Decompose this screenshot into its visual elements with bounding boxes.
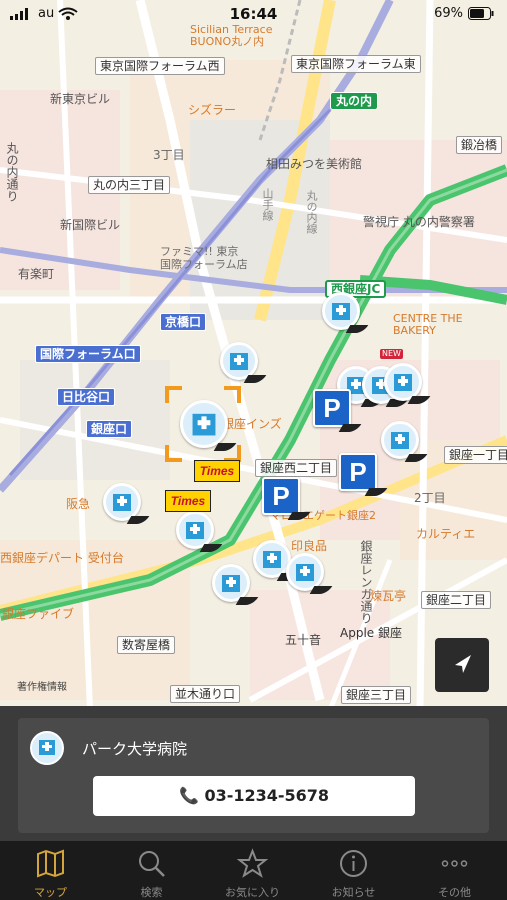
map-label-famima: ファミマ!! 東京 国際フォーラム店 — [160, 245, 248, 271]
map-view[interactable]: Sicilian Terrace BUONO丸ノ内 東京国際フォーラム西 東京国… — [0, 0, 507, 710]
map-label-ginza-3chome: 銀座三丁目 — [341, 686, 412, 704]
hospital-icon — [222, 575, 240, 592]
map-label-3chome: 3丁目 — [153, 148, 185, 162]
tab-search-label: 検索 — [140, 886, 163, 899]
map-label-rengatei: 煉瓦亭 — [370, 589, 407, 603]
hospital-icon — [30, 731, 64, 765]
tab-notices-label: お知らせ — [331, 886, 376, 899]
hospital-icon — [186, 522, 204, 539]
map-copyright-link[interactable]: 著作権情報 — [17, 683, 67, 693]
map-label-2chome: 2丁目 — [414, 491, 446, 505]
hospital-icon — [230, 353, 248, 370]
hospital-icon — [263, 551, 281, 568]
map-label-shin-kokusai-bldg: 新国際ビル — [60, 218, 121, 232]
map-label-marunouchi-line: 丸の内線 — [305, 190, 318, 234]
map-label-forum-east: 東京国際フォーラム東 — [291, 55, 421, 73]
times-parking-marker[interactable]: Times — [194, 460, 240, 482]
map-label-namiki-guchi: 並木通り口 — [170, 685, 241, 703]
hospital-marker[interactable] — [220, 342, 258, 380]
location-arrow-icon — [455, 655, 471, 673]
map-label-renga-dori: 銀座レンガ通り — [359, 540, 373, 624]
hospital-icon — [113, 494, 131, 511]
hospital-icon — [332, 303, 350, 320]
map-label-apple-ginza: Apple 銀座 — [340, 626, 402, 640]
star-icon — [237, 848, 268, 878]
map-label-keishicho: 警視庁 丸の内警察署 — [363, 215, 475, 229]
tab-more[interactable]: その他 — [404, 841, 505, 900]
tab-search[interactable]: 検索 — [101, 841, 202, 900]
parking-marker[interactable]: P — [313, 389, 351, 427]
new-badge: NEW — [380, 349, 403, 359]
search-icon — [139, 851, 165, 877]
map-label-cartier: カルティエ — [416, 527, 476, 541]
hospital-marker[interactable] — [381, 421, 419, 459]
map-label-ginzaguchi: 銀座口 — [86, 420, 133, 438]
map-label-kyobashiguchi: 京橋口 — [160, 313, 207, 331]
map-label-ginza-five: 銀座ファイブ — [2, 607, 75, 621]
hospital-marker[interactable] — [176, 511, 214, 549]
current-location-button[interactable] — [435, 638, 489, 692]
tab-more-label: その他 — [438, 886, 471, 899]
tab-notices[interactable]: お知らせ — [303, 841, 404, 900]
map-label-sukiyabashi: 数寄屋橋 — [117, 636, 176, 654]
hospital-marker[interactable] — [212, 564, 250, 602]
tab-map[interactable]: マップ — [0, 841, 101, 900]
map-label-gojuon: 五十音 — [285, 633, 322, 647]
parking-marker[interactable]: P — [262, 477, 300, 515]
map-label-aida-museum: 相田みつを美術館 — [266, 157, 363, 171]
hospital-icon — [296, 564, 314, 581]
hospital-icon — [391, 432, 409, 449]
battery-percent: 69% — [434, 6, 463, 21]
tab-favorites[interactable]: お気に入り — [202, 841, 303, 900]
battery-icon — [468, 7, 494, 20]
map-icon — [37, 849, 64, 878]
tab-map-label: マップ — [34, 886, 67, 899]
hospital-card[interactable]: パーク大学病院 📞 03-1234-5678 — [18, 718, 489, 833]
tab-bar: マップ 検索 お気に入り お知らせ その他 — [0, 841, 507, 900]
parking-marker[interactable]: P — [339, 453, 377, 491]
map-label-kokusai-forum-guchi: 国際フォーラム口 — [35, 345, 141, 363]
map-label-centre-bakery: CENTRE THE BAKERY — [393, 312, 463, 337]
hospital-name: パーク大学病院 — [82, 740, 188, 758]
map-label-ginza-1chome: 銀座一丁目 — [444, 446, 507, 464]
phone-call-button[interactable]: 📞 03-1234-5678 — [93, 776, 415, 816]
info-icon — [340, 850, 367, 877]
map-label-yamanote: 山手線 — [261, 188, 274, 221]
more-icon — [441, 860, 468, 867]
map-label-mujirushi: 印良品 — [291, 539, 328, 553]
hospital-icon — [394, 374, 412, 391]
status-bar: au 16:44 69% — [0, 0, 507, 28]
map-label-hankyu: 阪急 — [66, 497, 91, 511]
map-label-forum-west: 東京国際フォーラム西 — [95, 57, 225, 75]
map-label-kajibashi: 鍛冶橋 — [456, 136, 503, 154]
phone-number: 03-1234-5678 — [204, 786, 330, 805]
map-label-hibiyaguchi: 日比谷口 — [57, 388, 116, 406]
status-time: 16:44 — [229, 5, 278, 23]
map-label-shizler: シズラー — [188, 103, 237, 117]
map-label-marunouchi-dori: 丸の内通り — [5, 142, 19, 202]
map-label-marunouchi3: 丸の内三丁目 — [88, 176, 171, 194]
map-label-shin-tokyo-bldg: 新東京ビル — [50, 92, 111, 106]
selected-hospital-marker[interactable] — [180, 400, 228, 448]
phone-icon: 📞 — [178, 786, 199, 805]
map-label-yurakucho: 有楽町 — [18, 267, 55, 281]
map-label-ginzanishi-2chome: 銀座西二丁目 — [255, 459, 338, 477]
times-parking-marker[interactable]: Times — [165, 490, 211, 512]
tab-favorites-label: お気に入り — [225, 886, 280, 899]
hospital-icon — [192, 413, 216, 436]
hospital-marker[interactable] — [322, 292, 360, 330]
hospital-marker[interactable] — [286, 553, 324, 591]
map-label-nishiginza-dept: 西銀座デパート 受付台 — [0, 551, 124, 565]
hospital-marker[interactable] — [103, 483, 141, 521]
info-panel: パーク大学病院 📞 03-1234-5678 — [0, 706, 507, 841]
map-label-ginza-2chome: 銀座二丁目 — [421, 591, 492, 609]
map-label-marunouchi: 丸の内 — [330, 92, 379, 110]
hospital-marker[interactable] — [384, 363, 422, 401]
